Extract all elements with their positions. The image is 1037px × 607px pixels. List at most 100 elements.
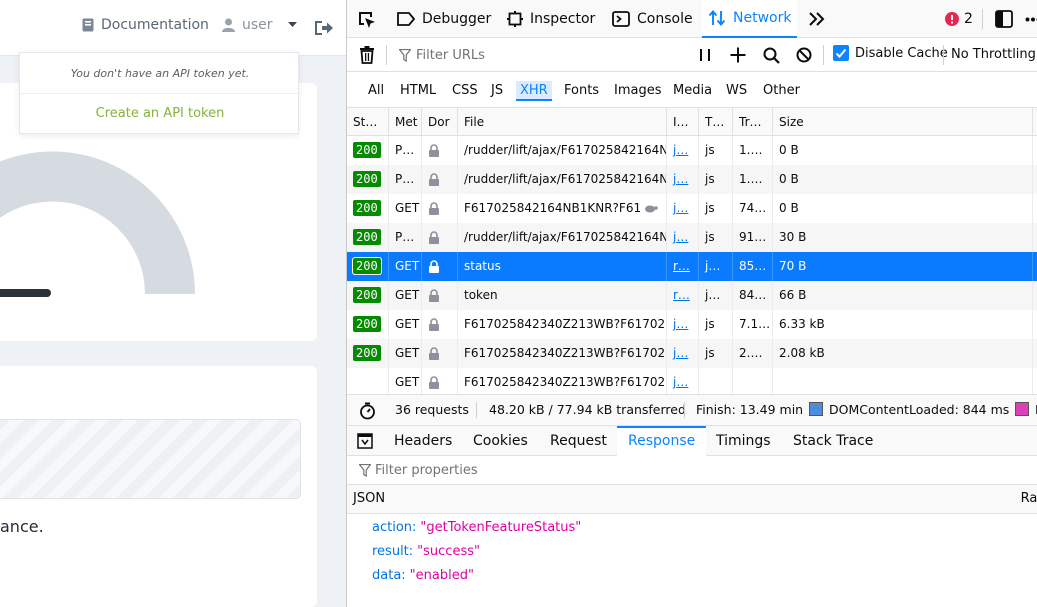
- cell-type-value: js: [705, 346, 715, 360]
- add-request-icon[interactable]: [730, 47, 746, 63]
- toggle-sidebar-icon[interactable]: [357, 433, 373, 449]
- col-initiator[interactable]: I…: [667, 108, 699, 136]
- tab-response[interactable]: Response: [617, 426, 707, 456]
- filter-css[interactable]: CSS: [448, 81, 482, 101]
- cell-status: 200: [347, 281, 389, 310]
- cell-size-value: 0 B: [779, 201, 799, 215]
- tab-debugger[interactable]: Debugger: [397, 0, 491, 38]
- web-app-pane: Documentation user You don't have an API…: [0, 0, 346, 607]
- cell-transferred-value: 1.…: [739, 172, 763, 186]
- raw-toggle[interactable]: Raw: [1021, 491, 1037, 506]
- tab-request[interactable]: Request: [539, 426, 618, 456]
- col-status[interactable]: St…: [347, 108, 389, 136]
- initiator-link[interactable]: j…: [673, 201, 688, 215]
- initiator-link[interactable]: r…: [673, 259, 690, 273]
- tab-bar-divider: [982, 9, 983, 29]
- cell-domain: [422, 223, 458, 252]
- block-requests-icon[interactable]: [796, 47, 812, 63]
- create-api-token-link[interactable]: Create an API token: [20, 106, 300, 121]
- cell-size: 66 B: [773, 281, 1033, 310]
- cell-type-value: j…: [705, 288, 721, 302]
- table-row[interactable]: GET F617025842340Z213WB?F617025 j…: [347, 368, 1037, 397]
- cell-status: 200: [347, 252, 389, 281]
- error-count-badge[interactable]: 2: [945, 11, 973, 27]
- user-menu[interactable]: user: [222, 17, 297, 33]
- tab-stack-trace[interactable]: Stack Trace: [782, 426, 884, 456]
- lock-icon: [429, 231, 439, 244]
- cell-transferred: 84…: [733, 281, 773, 310]
- col-method[interactable]: Met: [389, 108, 422, 136]
- summary-divider: [684, 402, 685, 418]
- tab-headers[interactable]: Headers: [383, 426, 463, 456]
- cell-transferred: 1.…: [733, 165, 773, 194]
- file-name: F617025842164NB1KNR?F617: [464, 201, 640, 215]
- filter-js[interactable]: JS: [487, 81, 507, 101]
- cell-type: j…: [699, 281, 733, 310]
- disable-cache-checkbox[interactable]: Disable Cache: [833, 45, 948, 61]
- table-row[interactable]: 200 GET F617025842340Z213WB?F617025 j… js 7.1…: [347, 310, 1037, 339]
- col-domain[interactable]: Dor: [422, 108, 458, 136]
- cell-method-value: GET: [395, 375, 420, 389]
- table-row[interactable]: 200 P… /rudder/lift/ajax/F617025842164NI j……: [347, 136, 1037, 165]
- pause-icon[interactable]: [699, 48, 711, 62]
- tab-inspector[interactable]: Inspector: [507, 0, 595, 38]
- json-entry[interactable]: action: "getTokenFeatureStatus": [372, 520, 581, 535]
- filter-media[interactable]: Media: [669, 81, 716, 101]
- cell-method-value: GET: [395, 201, 420, 215]
- filter-html[interactable]: HTML: [396, 81, 440, 101]
- filter-all[interactable]: All: [364, 81, 388, 101]
- tab-timings[interactable]: Timings: [705, 426, 782, 456]
- element-picker-icon[interactable]: [357, 10, 377, 30]
- col-file[interactable]: File: [458, 108, 667, 136]
- col-transferred[interactable]: Tr…: [733, 108, 773, 136]
- initiator-link[interactable]: r…: [673, 288, 690, 302]
- filter-urls-input[interactable]: [394, 45, 684, 65]
- search-icon[interactable]: [763, 47, 780, 64]
- initiator-link[interactable]: j…: [673, 172, 688, 186]
- cell-method: P…: [389, 223, 422, 252]
- filter-fonts[interactable]: Fonts: [560, 81, 603, 101]
- initiator-link[interactable]: j…: [673, 375, 688, 389]
- dock-toggle-icon[interactable]: [995, 10, 1013, 28]
- cell-size-value: 30 B: [779, 230, 807, 244]
- table-row[interactable]: 200 GET status r… j… 85… 70 B: [347, 252, 1037, 281]
- overflow-menu-icon[interactable]: [1025, 17, 1037, 22]
- filter-images[interactable]: Images: [610, 81, 666, 101]
- clear-trash-icon[interactable]: [359, 46, 375, 64]
- cell-status: [347, 368, 389, 397]
- logout-icon[interactable]: [313, 17, 335, 39]
- user-icon: [222, 18, 235, 32]
- tab-network[interactable]: Network: [702, 0, 798, 38]
- table-row[interactable]: 200 GET token r… j… 84… 66 B: [347, 281, 1037, 310]
- filter-properties-input[interactable]: [355, 461, 755, 480]
- initiator-link[interactable]: j…: [673, 143, 688, 157]
- cell-method: P…: [389, 136, 422, 165]
- disable-cache-label: Disable Cache: [855, 45, 948, 61]
- initiator-link[interactable]: j…: [673, 317, 688, 331]
- file-name: F617025842340Z213WB?F617025: [464, 317, 667, 331]
- col-type[interactable]: T…: [699, 108, 733, 136]
- json-label: JSON: [353, 491, 386, 506]
- initiator-link[interactable]: j…: [673, 230, 688, 244]
- initiator-link[interactable]: j…: [673, 346, 688, 360]
- cell-domain: [422, 136, 458, 165]
- filter-ws[interactable]: WS: [722, 81, 751, 101]
- col-size[interactable]: Size: [773, 108, 1033, 136]
- compliance-progress-bar: [0, 419, 301, 499]
- json-entry[interactable]: result: "success": [372, 544, 480, 559]
- throttling-select[interactable]: No Throttling: [951, 47, 1037, 62]
- caret-down-icon: [287, 22, 297, 27]
- table-row[interactable]: 200 P… /rudder/lift/ajax/F617025842164NI j……: [347, 165, 1037, 194]
- filter-xhr[interactable]: XHR: [516, 81, 552, 101]
- table-row[interactable]: 200 GET F617025842340Z213WB?F617025 j… js 2.……: [347, 339, 1037, 368]
- documentation-link[interactable]: Documentation: [82, 17, 209, 33]
- json-entry[interactable]: data: "enabled": [372, 568, 474, 583]
- filter-other[interactable]: Other: [759, 81, 804, 101]
- tab-cookies[interactable]: Cookies: [462, 426, 539, 456]
- tab-console[interactable]: Console: [612, 0, 693, 38]
- more-tabs-chevron-icon[interactable]: [808, 11, 826, 27]
- table-row[interactable]: 200 GET F617025842164NB1KNR?F617 j… js 74… 0 B: [347, 194, 1037, 223]
- lock-icon: [429, 173, 439, 186]
- file-name: token: [464, 288, 498, 302]
- table-row[interactable]: 200 P… /rudder/lift/ajax/F617025842164NI j……: [347, 223, 1037, 252]
